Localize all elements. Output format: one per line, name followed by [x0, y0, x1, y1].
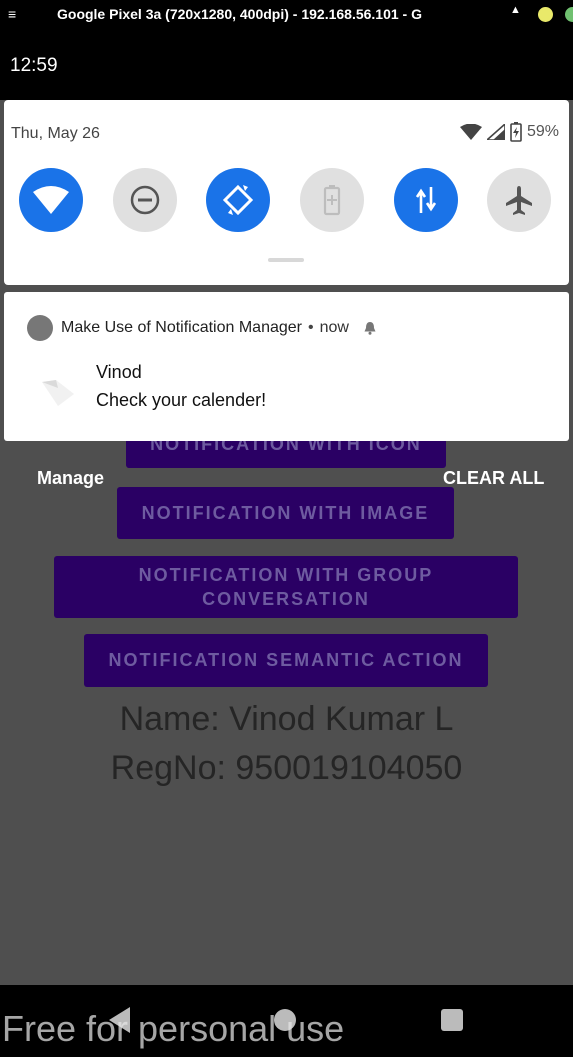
notification-with-image-button[interactable]: NOTIFICATION WITH IMAGE — [117, 487, 454, 539]
emulator-title: Google Pixel 3a (720x1280, 400dpi) - 192… — [57, 6, 422, 22]
auto-rotate-icon — [222, 184, 254, 216]
do-not-disturb-tile[interactable] — [113, 168, 177, 232]
clock: 12:59 — [10, 55, 58, 76]
airplane-icon — [506, 186, 532, 215]
emulator-title-bar: ≡ Google Pixel 3a (720x1280, 400dpi) - 1… — [0, 0, 573, 30]
do-not-disturb-icon — [130, 185, 160, 215]
app-name: Make Use of Notification Manager — [61, 319, 302, 336]
wifi-signal-icon — [459, 124, 482, 140]
name-text: Name: Vinod Kumar L — [119, 700, 454, 738]
notification-title: Vinod — [96, 362, 142, 382]
maximize-icon[interactable] — [565, 7, 573, 22]
notification-semantic-action-button[interactable]: NOTIFICATION SEMANTIC ACTION — [84, 634, 488, 687]
wifi-tile[interactable] — [19, 168, 83, 232]
button-label-line1: NOTIFICATION WITH GROUP — [138, 565, 434, 585]
battery-saver-icon — [323, 185, 341, 216]
battery-charging-icon — [510, 122, 522, 142]
mobile-data-tile[interactable] — [394, 168, 458, 232]
menu-icon[interactable]: ≡ — [8, 6, 16, 22]
recent-apps-icon[interactable] — [441, 1009, 463, 1031]
button-label: NOTIFICATION WITH IMAGE — [141, 503, 430, 523]
notification-card[interactable]: Make Use of Notification Manager • now V… — [4, 292, 569, 441]
notification-time: now — [319, 319, 349, 336]
button-label: NOTIFICATION SEMANTIC ACTION — [108, 650, 464, 670]
drag-handle[interactable] — [268, 258, 304, 262]
mobile-data-icon — [415, 187, 437, 213]
regno-text: RegNo: 950019104050 — [110, 749, 463, 787]
caret-up-icon[interactable]: ▲ — [510, 4, 521, 16]
battery-saver-tile[interactable] — [300, 168, 364, 232]
notification-with-group-conversation-button[interactable]: NOTIFICATION WITH GROUP CONVERSATION — [54, 556, 518, 618]
clear-all-button[interactable]: CLEAR ALL — [443, 468, 544, 489]
alerting-bell-icon — [364, 322, 376, 335]
manage-button[interactable]: Manage — [37, 468, 104, 489]
battery-percent: 59% — [526, 123, 559, 140]
notification-text: Check your calender! — [96, 390, 267, 410]
airplane-mode-tile[interactable] — [487, 168, 551, 232]
button-label-line2: CONVERSATION — [202, 589, 370, 609]
date-label[interactable]: Thu, May 26 — [11, 125, 100, 143]
notification-large-icon — [42, 380, 74, 406]
cell-signal-icon — [486, 124, 505, 140]
notification-header: Make Use of Notification Manager • now — [61, 319, 377, 337]
status-bar: 12:59 — [0, 30, 573, 100]
auto-rotate-tile[interactable] — [206, 168, 270, 232]
watermark: Free for personal use — [2, 1008, 345, 1049]
status-icons: 59% — [459, 122, 559, 142]
minimize-icon[interactable] — [538, 7, 553, 22]
wifi-icon — [33, 186, 69, 214]
app-icon — [27, 315, 53, 341]
quick-settings-panel: Thu, May 26 59% — [4, 100, 569, 285]
header-separator: • — [308, 319, 314, 336]
